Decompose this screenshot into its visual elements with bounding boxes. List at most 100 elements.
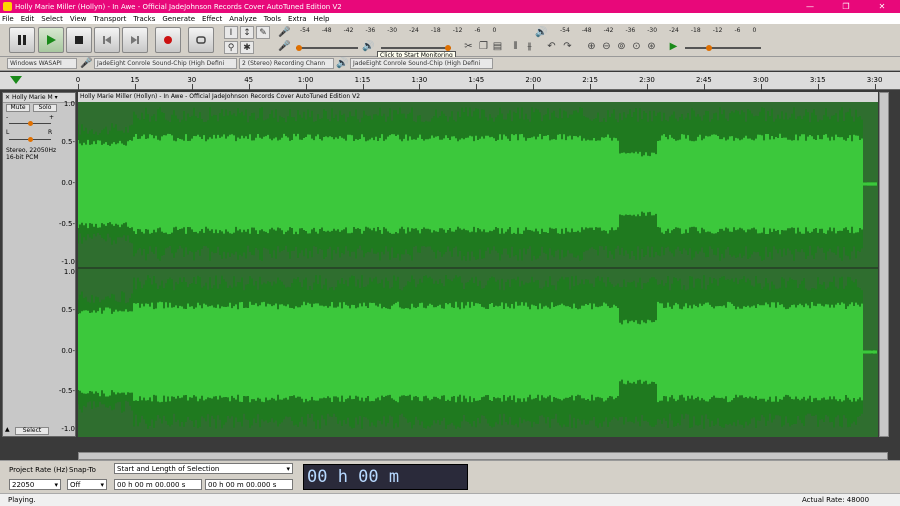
zoom-tool[interactable]: ⚲ [224, 41, 238, 54]
collapse-track-icon[interactable]: ▲ [5, 426, 10, 433]
trim-icon: ⫴ [513, 41, 518, 52]
play-button[interactable] [38, 27, 64, 53]
copy-button[interactable]: ❐ [477, 40, 490, 53]
paste-icon: ▤ [492, 41, 503, 52]
ruler-tick-label: 1:45 [468, 76, 485, 84]
play-at-speed-button[interactable]: ▶ [667, 40, 680, 53]
app-icon [3, 2, 12, 11]
track-select-button[interactable]: Select [15, 427, 49, 435]
vertical-scrollbar[interactable] [879, 92, 889, 437]
multi-tool[interactable]: ✱ [240, 41, 254, 54]
recording-volume-slider[interactable] [296, 47, 358, 49]
stereo-waveform[interactable] [78, 102, 878, 436]
ruler-tick [476, 84, 478, 90]
selection-tool[interactable]: I [224, 26, 238, 39]
pan-left-label: L [6, 129, 10, 136]
play-speed-slider[interactable] [685, 47, 761, 49]
mute-button[interactable]: Mute [6, 104, 30, 112]
skip-start-icon [103, 36, 111, 44]
paste-button[interactable]: ▤ [491, 40, 504, 53]
close-button[interactable]: ✕ [864, 0, 900, 13]
draw-tool[interactable]: ✎ [256, 26, 270, 39]
zoom-in-button[interactable]: ⊕ [585, 40, 598, 53]
envelope-icon: ↕ [243, 27, 251, 38]
ruler-tick [248, 84, 250, 90]
horizontal-scrollbar[interactable] [78, 452, 888, 460]
scissors-icon: ✂ [464, 41, 473, 52]
right-channel-rms [78, 301, 877, 403]
audio-host-select[interactable]: Windows WASAPI [7, 58, 77, 69]
redo-button[interactable]: ↷ [561, 40, 574, 53]
menu-extra[interactable]: Extra [288, 15, 306, 23]
menu-help[interactable]: Help [314, 15, 330, 23]
selection-start-time[interactable]: 00 h 00 m 00.000 s [114, 479, 202, 490]
fit-selection-icon: ⊚ [617, 41, 626, 52]
recording-volume-knob[interactable] [296, 45, 302, 51]
skip-to-end-button[interactable] [122, 27, 148, 53]
menu-edit[interactable]: Edit [21, 15, 35, 23]
ruler-tick [760, 84, 762, 90]
project-rate-select[interactable]: 22050 ▾ [9, 479, 61, 490]
menu-view[interactable]: View [70, 15, 87, 23]
timeline-ruler[interactable]: 0 15 30 45 1:00 1:15 1:30 1:45 2:00 2:15 2:30 2:45 3… [0, 72, 900, 90]
playback-device-select[interactable]: JadeEight Conrole Sound-Chip (High Defin… [350, 58, 493, 69]
gain-plus-label: + [49, 114, 55, 121]
menu-generate[interactable]: Generate [162, 15, 195, 23]
recording-device-select[interactable]: JadeEight Conrole Sound-Chip (High Defin… [94, 58, 237, 69]
audio-position-display[interactable]: 00 h 00 m 01.042 s [303, 464, 468, 506]
zoom-toggle-icon: ⊛ [647, 41, 656, 52]
silence-button[interactable]: ⫵ [523, 40, 536, 53]
device-toolbar: Windows WASAPI 🎤 JadeEight Conrole Sound… [0, 57, 900, 71]
scale-bottom-1.0: 1.0 [63, 268, 75, 276]
stop-button[interactable] [66, 27, 92, 53]
restore-button[interactable]: ❐ [828, 0, 864, 13]
zoom-toggle-button[interactable]: ⊛ [645, 40, 658, 53]
zoom-out-button[interactable]: ⊖ [600, 40, 613, 53]
recording-channels-select[interactable]: 2 (Stereo) Recording Chann [239, 58, 334, 69]
undo-button[interactable]: ↶ [545, 40, 558, 53]
minimize-button[interactable]: — [792, 0, 828, 13]
playback-device-speaker-icon: 🔊 [336, 58, 349, 69]
record-button[interactable] [155, 27, 181, 53]
solo-button[interactable]: Solo [33, 104, 57, 112]
selection-length-time[interactable]: 00 h 00 m 00.000 s [205, 479, 293, 490]
fit-selection-button[interactable]: ⊚ [615, 40, 628, 53]
menu-file[interactable]: File [2, 15, 14, 23]
playback-volume-knob[interactable] [445, 45, 451, 51]
record-meter-mic-icon[interactable]: 🎤 [278, 26, 291, 39]
toolbar-area: I ↕ ✎ ⚲ ✱ 🎤 -54 -48 -42 -36 -30 -24 -18 -12 -6 0 … [0, 24, 900, 60]
play-icon [47, 35, 56, 45]
timeline-options-icon[interactable] [9, 75, 23, 85]
scale-bottom-minus-0.5: -0.5- [58, 387, 75, 395]
cut-button[interactable]: ✂ [462, 40, 475, 53]
play-speed-knob[interactable] [706, 45, 712, 51]
playback-meter-speaker-icon[interactable]: 🔊 [535, 26, 548, 39]
trim-button[interactable]: ⫴ [509, 40, 522, 53]
skip-to-start-button[interactable] [94, 27, 120, 53]
gain-minus-label: - [6, 114, 9, 121]
menu-tracks[interactable]: Tracks [133, 15, 155, 23]
pan-knob[interactable] [28, 137, 33, 142]
ruler-tick [647, 84, 648, 90]
scale-bottom-minus-1.0: -1.0 [61, 425, 75, 433]
menu-effect[interactable]: Effect [202, 15, 222, 23]
ruler-tick-label: 2:30 [639, 76, 655, 84]
scale-top-minus-1.0: -1.0 [61, 258, 75, 266]
selection-mode-select[interactable]: Start and Length of Selection ▾ [114, 463, 293, 474]
loop-button[interactable] [188, 27, 214, 53]
menu-analyze[interactable]: Analyze [229, 15, 257, 23]
redo-icon: ↷ [563, 41, 572, 52]
snap-to-select[interactable]: Off ▾ [67, 479, 107, 490]
playback-volume-slider[interactable] [381, 47, 451, 49]
menu-select[interactable]: Select [41, 15, 63, 23]
envelope-tool[interactable]: ↕ [240, 26, 254, 39]
ruler-tick [78, 84, 79, 90]
close-track-icon[interactable]: ✕ [5, 94, 12, 101]
menu-tools[interactable]: Tools [264, 15, 281, 23]
ruler-tick-label: 1:15 [354, 76, 371, 84]
pause-button[interactable] [9, 27, 35, 53]
zoom-in-icon: ⊕ [587, 41, 596, 52]
fit-project-button[interactable]: ⊙ [630, 40, 643, 53]
menu-transport[interactable]: Transport [94, 15, 127, 23]
gain-knob[interactable] [28, 121, 33, 126]
